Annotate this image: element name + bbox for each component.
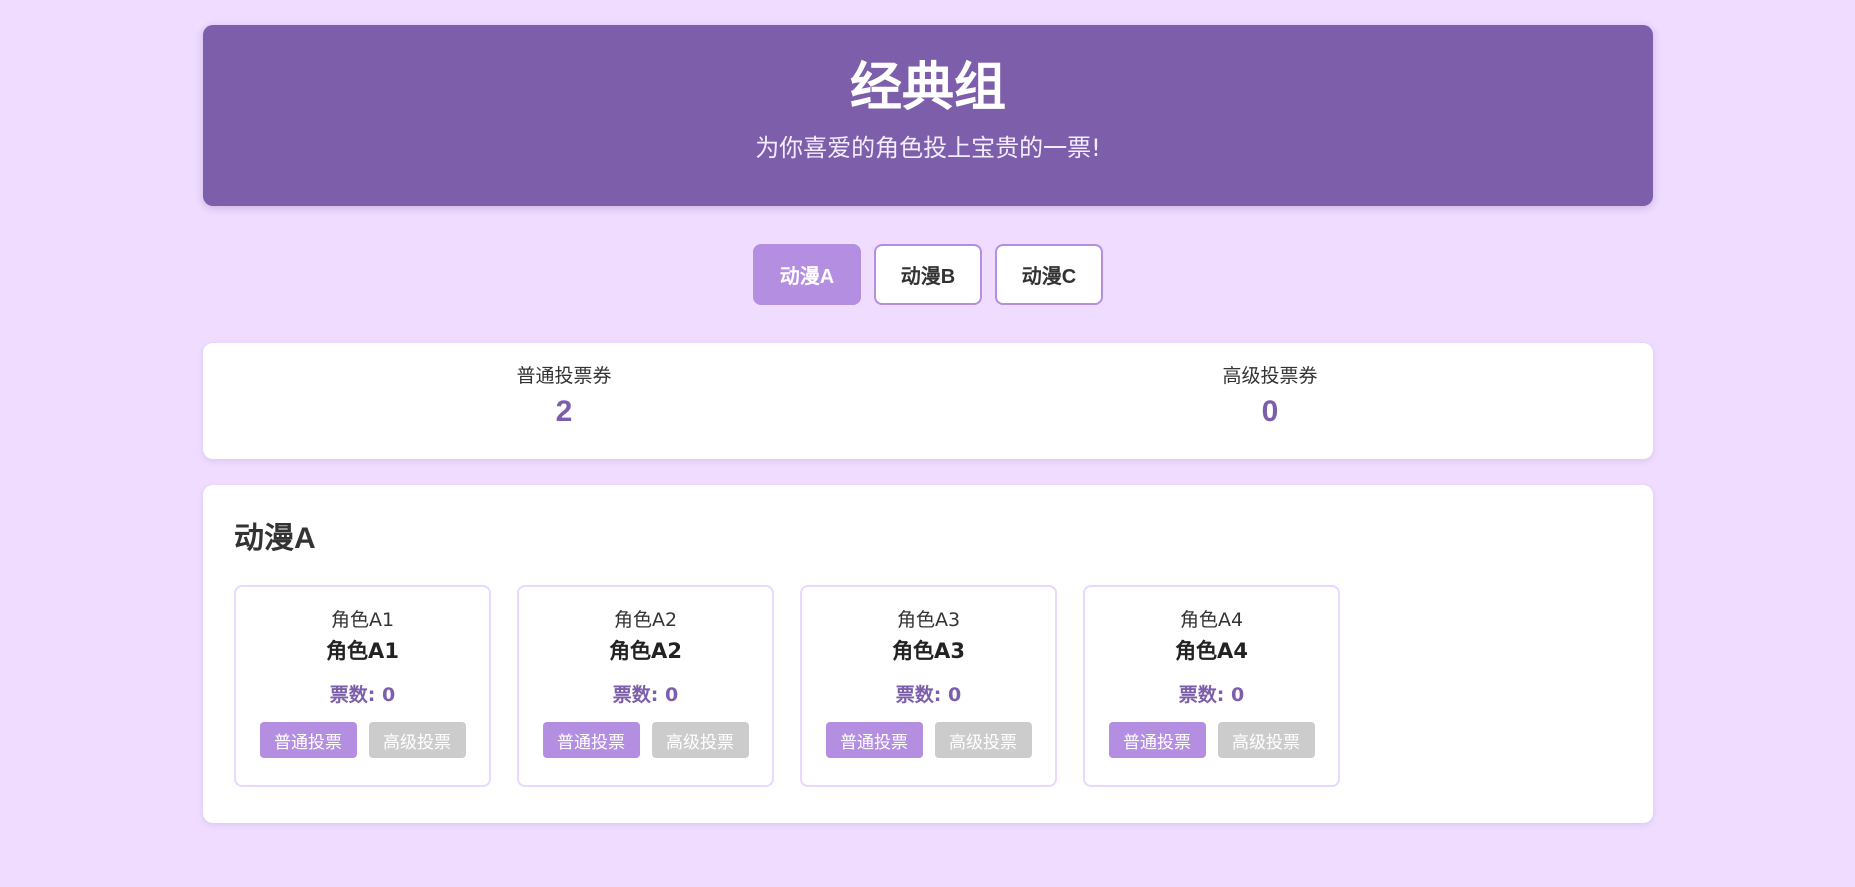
tab-anime-c[interactable]: 动漫C <box>995 244 1103 305</box>
tab-anime-a[interactable]: 动漫A <box>753 244 861 305</box>
vote-count: 票数: 0 <box>329 684 396 706</box>
character-list: 角色A1 角色A1 票数: 0 普通投票 高级投票 角色A2 角色A2 票数: … <box>234 585 1622 787</box>
vote-buttons: 普通投票 高级投票 <box>1085 722 1338 758</box>
page-title: 经典组 <box>849 59 1006 117</box>
character-card: 角色A2 角色A2 票数: 0 普通投票 高级投票 <box>517 585 774 787</box>
normal-vote-button[interactable]: 普通投票 <box>825 722 923 758</box>
premium-ticket-label: 高级投票券 <box>1222 365 1318 387</box>
anime-panel: 动漫A 角色A1 角色A1 票数: 0 普通投票 高级投票 角色A2 角色A2 … <box>203 485 1653 823</box>
character-name: 角色A3 <box>892 639 965 663</box>
vote-buttons: 普通投票 高级投票 <box>236 722 489 758</box>
anime-tabs: 动漫A 动漫B 动漫C <box>203 244 1653 305</box>
character-image: 角色A1 <box>330 609 395 631</box>
normal-ticket-label: 普通投票券 <box>516 365 612 387</box>
character-name: 角色A2 <box>609 639 682 663</box>
character-image: 角色A3 <box>896 609 961 631</box>
normal-vote-button[interactable]: 普通投票 <box>1108 722 1206 758</box>
header-banner: 经典组 为你喜爱的角色投上宝贵的一票! <box>203 25 1653 206</box>
character-image: 角色A2 <box>613 609 678 631</box>
character-name: 角色A1 <box>326 639 399 663</box>
character-card: 角色A4 角色A4 票数: 0 普通投票 高级投票 <box>1083 585 1340 787</box>
ticket-summary: 普通投票券 2 高级投票券 0 <box>203 343 1653 459</box>
normal-vote-button[interactable]: 普通投票 <box>259 722 357 758</box>
premium-ticket: 高级投票券 0 <box>1120 363 1420 430</box>
vote-count: 票数: 0 <box>895 684 962 706</box>
vote-buttons: 普通投票 高级投票 <box>802 722 1055 758</box>
premium-vote-button[interactable]: 高级投票 <box>368 722 466 758</box>
normal-ticket-count: 2 <box>555 395 573 428</box>
premium-vote-button[interactable]: 高级投票 <box>651 722 749 758</box>
main-container: 经典组 为你喜爱的角色投上宝贵的一票! 动漫A 动漫B 动漫C 普通投票券 2 … <box>203 25 1653 823</box>
page-subtitle: 为你喜爱的角色投上宝贵的一票! <box>755 134 1101 162</box>
vote-count: 票数: 0 <box>1178 684 1245 706</box>
vote-count: 票数: 0 <box>612 684 679 706</box>
anime-title: 动漫A <box>234 522 316 555</box>
premium-ticket-count: 0 <box>1261 395 1279 428</box>
premium-vote-button[interactable]: 高级投票 <box>934 722 1032 758</box>
character-image: 角色A4 <box>1179 609 1244 631</box>
character-card: 角色A3 角色A3 票数: 0 普通投票 高级投票 <box>800 585 1057 787</box>
normal-vote-button[interactable]: 普通投票 <box>542 722 640 758</box>
premium-vote-button[interactable]: 高级投票 <box>1217 722 1315 758</box>
normal-ticket: 普通投票券 2 <box>414 363 714 430</box>
character-card: 角色A1 角色A1 票数: 0 普通投票 高级投票 <box>234 585 491 787</box>
character-name: 角色A4 <box>1175 639 1248 663</box>
vote-buttons: 普通投票 高级投票 <box>519 722 772 758</box>
tab-anime-b[interactable]: 动漫B <box>874 244 982 305</box>
